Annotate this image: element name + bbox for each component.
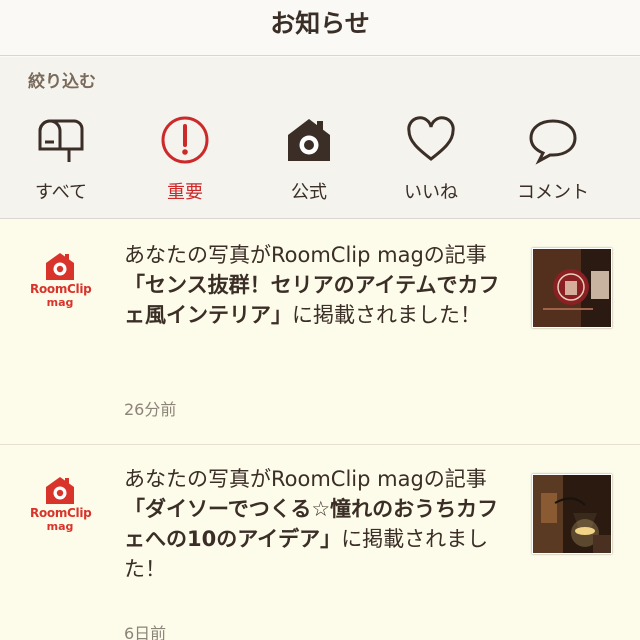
filter-all-label: すべて [34,182,88,203]
notification-thumbnail[interactable] [532,474,612,554]
roomclip-mag-logo: RoomClip mag [30,474,92,538]
notification-thumbnail[interactable] [532,248,612,328]
logo-subtext: mag [46,520,74,533]
heart-icon [407,116,455,161]
filter-comments[interactable]: コメント [498,115,608,207]
speech-bubble-icon [529,119,577,165]
page-title: お知らせ [270,9,370,38]
filter-likes[interactable]: いいね [376,115,486,207]
filter-panel: 絞り込む すべて 重要 公式 いいね コメント [0,57,640,219]
house-camera-icon [46,253,74,280]
filter-all[interactable]: すべて [6,115,116,207]
logo-text: RoomClip [30,506,92,520]
filter-label: 絞り込む [28,72,96,92]
filter-important[interactable]: 重要 [130,115,240,207]
roomclip-mag-logo: RoomClip mag [30,250,92,314]
notification-time: 6日前 [124,624,167,640]
wall-lamp-photo [533,475,611,553]
notification-item[interactable]: RoomClip mag あなたの写真がRoomClip magの記事「ダイソー… [0,446,640,640]
filter-important-label: 重要 [167,182,203,203]
notification-prefix: あなたの写真がRoomClip magの記事 [124,243,487,267]
notification-suffix: に掲載されました！ [292,303,481,327]
filter-official-label: 公式 [291,182,327,203]
header-bar: お知らせ [0,0,640,56]
notification-item[interactable]: RoomClip mag あなたの写真がRoomClip magの記事「センス抜… [0,220,640,445]
notification-time: 26分前 [124,400,177,419]
red-signboard-photo [533,249,611,327]
notification-message: あなたの写真がRoomClip magの記事「ダイソーでつくる☆憧れのおうちカフ… [124,464,504,584]
notification-message: あなたの写真がRoomClip magの記事「センス抜群！セリアのアイテムでカフ… [124,240,504,330]
logo-text: RoomClip [30,282,92,296]
filter-comments-label: コメント [517,182,589,203]
logo-subtext: mag [46,296,74,309]
filter-likes-label: いいね [404,182,458,203]
house-camera-icon [46,477,74,504]
house-camera-icon [288,119,330,161]
mailbox-icon [38,119,84,162]
exclamation-circle-icon [161,116,209,164]
notification-prefix: あなたの写真がRoomClip magの記事 [124,467,487,491]
filter-official[interactable]: 公式 [254,115,364,207]
